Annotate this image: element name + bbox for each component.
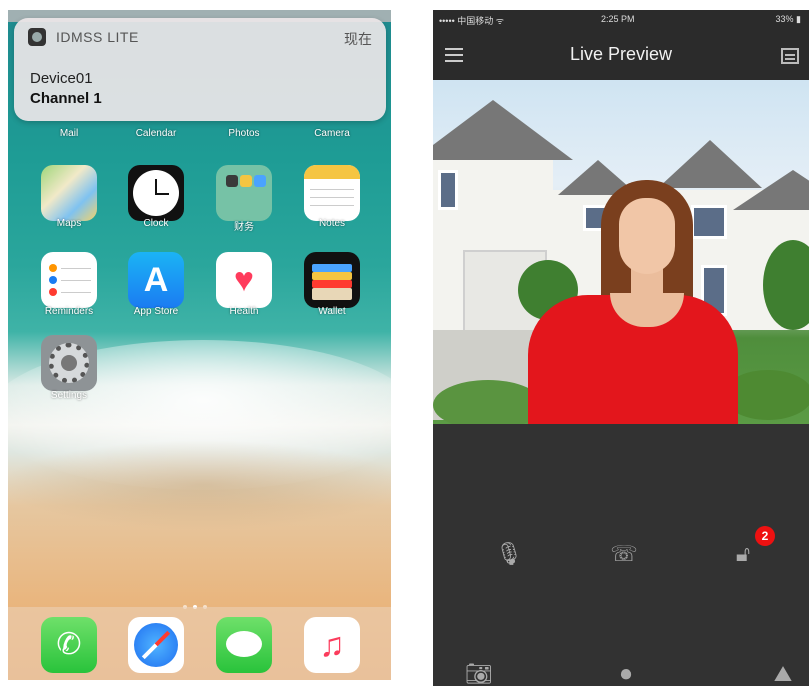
dock: ✆ ♫ <box>8 607 391 680</box>
unlock-badge: 2 <box>755 526 775 546</box>
maps-app-icon[interactable] <box>41 165 97 221</box>
app-store-icon[interactable]: A <box>128 252 184 308</box>
roof-left <box>433 100 573 160</box>
app-label-app-store: App Store <box>133 306 179 317</box>
wallpaper-sand <box>8 440 391 530</box>
app-label-clock: Clock <box>143 218 169 229</box>
push-notification[interactable]: IDMSS LITE 现在 Device01 Channel 1 <box>14 18 386 121</box>
folder-app-icon[interactable] <box>216 165 272 221</box>
app-label-calendar: Calendar <box>135 128 177 139</box>
app-label-folder: 财务 <box>234 222 254 233</box>
messages-icon[interactable] <box>216 617 272 673</box>
talk-icon[interactable]: ☏ <box>604 534 644 574</box>
app-label-settings: Settings <box>50 390 88 401</box>
person-face <box>619 198 675 274</box>
iphone-home-screen: Mail Calendar Photos Camera Maps Clock 财… <box>8 10 391 680</box>
music-icon[interactable]: ♫ <box>304 617 360 673</box>
image-icon[interactable]: ⛰︎ <box>763 654 803 686</box>
record-icon[interactable]: ⏺︎ <box>606 654 646 686</box>
control-panel: 🎙︎ ☏ 🔓︎ 2 📷︎ ⏺︎ ⛰︎ <box>433 424 809 686</box>
window <box>438 170 458 210</box>
battery-indicator: 33% ▮ <box>775 14 801 24</box>
camera-video-feed[interactable] <box>433 80 809 424</box>
notification-time: 现在 <box>344 31 372 47</box>
microphone-icon[interactable]: 🎙︎ <box>489 534 529 574</box>
app-label-camera: Camera <box>314 128 350 139</box>
carrier-signal: ••••• 中国移动 ᯤ <box>439 16 504 26</box>
window <box>691 205 727 239</box>
app-label-notes: Notes <box>318 218 346 229</box>
health-app-icon[interactable]: ♥ <box>216 252 272 308</box>
snapshot-icon[interactable]: 📷︎ <box>459 654 499 686</box>
clock-app-icon[interactable] <box>128 165 184 221</box>
app-label-photos: Photos <box>228 128 260 139</box>
app-label-mail: Mail <box>59 128 79 139</box>
status-time: 2:25 PM <box>601 14 635 24</box>
notification-app-name: IDMSS LITE <box>56 29 139 45</box>
app-label-reminders: Reminders <box>44 306 94 317</box>
reminders-app-icon[interactable] <box>41 252 97 308</box>
safari-icon[interactable] <box>128 617 184 673</box>
idmss-app-icon <box>28 28 46 46</box>
notification-title: Device01 <box>30 70 93 87</box>
nav-bar: ••••• 中国移动 ᯤ 2:25 PM 33% ▮ Live Preview <box>433 10 809 80</box>
notification-body: Channel 1 <box>30 90 102 107</box>
live-preview-screen: ••••• 中国移动 ᯤ 2:25 PM 33% ▮ Live Preview <box>433 10 809 686</box>
app-label-wallet: Wallet <box>318 306 346 317</box>
page-title: Live Preview <box>569 44 673 64</box>
phone-icon[interactable]: ✆ <box>41 617 97 673</box>
wallet-app-icon[interactable] <box>304 252 360 308</box>
notes-app-icon[interactable] <box>304 165 360 221</box>
flowerbed <box>433 380 543 424</box>
app-label-maps: Maps <box>56 218 82 229</box>
split-screen-icon[interactable] <box>781 48 799 64</box>
settings-app-icon[interactable] <box>41 335 97 391</box>
roof-far <box>733 170 809 210</box>
app-label-health: Health <box>229 306 259 317</box>
